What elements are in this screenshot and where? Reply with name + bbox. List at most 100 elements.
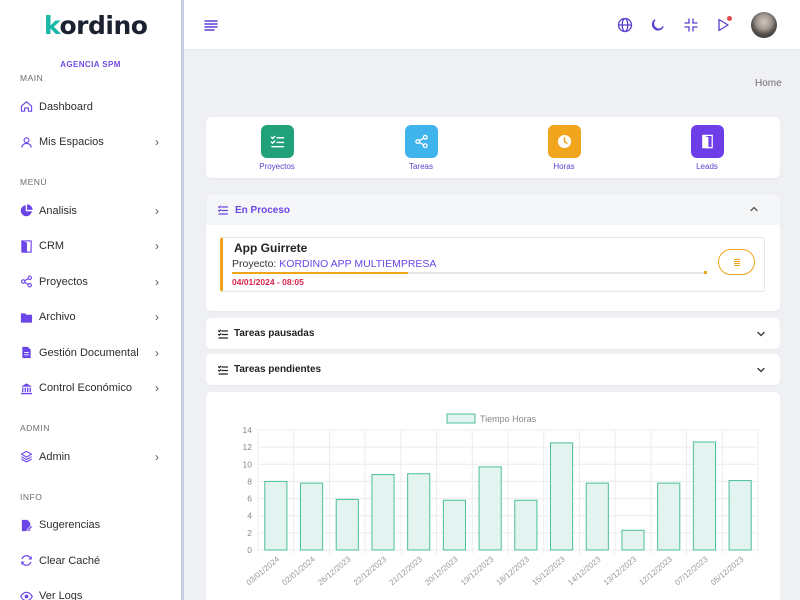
sidebar-section-title: MAIN — [20, 73, 44, 83]
quick-link-label: Proyectos — [259, 162, 295, 171]
hours-bar-chart: Tiempo Horas 0 2 4 6 8 10 12 14 03/01/2024 02/01/2… — [243, 413, 759, 587]
task-card[interactable]: App Guirrete Proyecto: KORDINO APP MULTI… — [220, 237, 765, 292]
in-progress-card: En Proceso App Guirrete Proyecto: KORDIN… — [206, 195, 780, 311]
chart-bar — [728, 480, 752, 551]
x-tick-label: 05/12/2023 — [709, 554, 746, 587]
sidebar-item-label: Sugerencias — [39, 519, 101, 532]
sidebar-item-proyectos[interactable]: Proyectos › — [0, 264, 181, 300]
user-avatar[interactable] — [751, 12, 777, 38]
sidebar-item-ver-logs[interactable]: Ver Logs — [0, 579, 181, 600]
sidebar-section-title: INFO — [20, 491, 43, 502]
agency-name: AGENCIA SPM — [60, 60, 121, 69]
sidebar-item-clear-cache[interactable]: Clear Caché — [0, 543, 181, 579]
task-datetime: 04/01/2024 - 08:05 — [232, 277, 304, 287]
edit-document-icon — [21, 519, 33, 532]
user-icon — [21, 136, 32, 148]
checklist-icon — [270, 135, 284, 148]
sidebar-item-gestion-documental[interactable]: Gestión Documental › — [0, 335, 181, 371]
quick-link-proyectos[interactable]: Proyectos — [247, 125, 307, 171]
breadcrumb-home[interactable]: Home — [755, 78, 782, 89]
chart-bar — [585, 482, 609, 551]
sidebar-item-dashboard[interactable]: Dashboard — [0, 89, 181, 125]
y-tick-label: 8 — [247, 476, 252, 486]
chevron-right-icon: › — [155, 310, 159, 325]
sidebar-item-sugerencias[interactable]: Sugerencias — [0, 508, 181, 544]
legend-swatch — [446, 413, 476, 424]
y-tick-label: 10 — [243, 459, 253, 469]
fullscreen-exit-icon[interactable] — [683, 17, 699, 33]
menu-toggle-icon[interactable] — [204, 18, 218, 32]
x-tick-label: 13/12/2023 — [602, 554, 639, 587]
sidebar-item-label: Dashboard — [39, 100, 93, 113]
sidebar-item-admin[interactable]: Admin › — [0, 439, 181, 475]
x-tick-label: 19/12/2023 — [459, 554, 496, 587]
document-icon — [22, 347, 31, 359]
chevron-right-icon: › — [155, 135, 159, 150]
sidebar-item-control-economico[interactable]: Control Económico › — [0, 371, 181, 407]
sidebar-section-title: MENÚ — [20, 177, 48, 187]
in-progress-title: En Proceso — [235, 204, 291, 216]
quick-link-label: Leads — [696, 162, 718, 171]
x-tick-label: 02/01/2024 — [280, 554, 317, 587]
list-check-icon — [218, 365, 228, 375]
paused-tasks-title: Tareas pausadas — [234, 328, 315, 339]
clock-icon — [557, 134, 571, 149]
sidebar-item-label: Mis Espacios — [39, 136, 104, 149]
quick-link-box — [547, 125, 581, 158]
notification-dot — [727, 16, 732, 21]
quick-link-tareas[interactable]: Tareas — [391, 125, 451, 171]
chevron-right-icon: › — [155, 239, 159, 254]
chart-bar — [371, 474, 395, 551]
sidebar-item-crm[interactable]: CRM › — [0, 229, 181, 265]
pending-tasks-panel[interactable]: Tareas pendientes — [206, 354, 780, 385]
sidebar-item-analisis[interactable]: Analisis › — [0, 193, 181, 229]
chart-bar — [514, 499, 538, 551]
pie-chart-icon — [20, 204, 33, 217]
chart-bar — [657, 482, 681, 551]
folder-icon — [20, 313, 33, 323]
task-progress-end — [704, 271, 707, 274]
chart-bar — [478, 466, 502, 551]
paused-tasks-panel[interactable]: Tareas pausadas — [206, 318, 780, 349]
y-tick-label: 6 — [247, 494, 252, 504]
chart-bar — [407, 473, 431, 551]
quick-link-horas[interactable]: Horas — [534, 125, 594, 171]
task-project-name[interactable]: KORDINO APP MULTIEMPRESA — [279, 258, 436, 270]
chart-bar — [264, 480, 288, 551]
moon-icon[interactable] — [650, 17, 666, 33]
x-tick-label: 21/12/2023 — [388, 554, 425, 587]
chart-bar — [550, 442, 574, 551]
quick-link-leads[interactable]: Leads — [677, 125, 737, 171]
y-tick-label: 4 — [247, 511, 252, 521]
sidebar-item-label: Ver Logs — [39, 590, 83, 600]
layers-icon — [20, 451, 33, 463]
stop-task-button[interactable] — [718, 249, 755, 275]
door-icon — [21, 240, 32, 253]
x-tick-label: 20/12/2023 — [423, 554, 460, 587]
chart-bar — [692, 441, 717, 551]
y-tick-label: 2 — [247, 528, 252, 538]
y-tick-label: 14 — [243, 425, 253, 435]
chart-bar — [621, 529, 645, 551]
sidebar-item-mis-espacios[interactable]: Mis Espacios › — [0, 125, 181, 161]
x-tick-label: 26/12/2023 — [316, 554, 353, 587]
task-project-label: Proyecto: — [232, 258, 277, 270]
y-tick-label: 12 — [243, 442, 253, 452]
quick-links-card: Proyectos Tareas Horas Leads — [206, 117, 780, 178]
x-tick-label: 22/12/2023 — [352, 554, 389, 587]
pending-tasks-title: Tareas pendientes — [234, 364, 322, 375]
chevron-down-icon[interactable] — [756, 329, 766, 339]
list-check-icon — [218, 329, 228, 339]
globe-icon[interactable] — [617, 17, 633, 33]
chevron-right-icon: › — [155, 381, 159, 396]
kordino-logo[interactable]: kordino — [0, 0, 181, 50]
quick-link-label: Tareas — [408, 162, 433, 171]
stop-icon — [733, 259, 740, 266]
chevron-right-icon: › — [155, 274, 159, 289]
in-progress-header[interactable]: En Proceso — [206, 195, 780, 225]
chevron-down-icon[interactable] — [756, 365, 766, 375]
chevron-up-icon[interactable] — [749, 204, 759, 214]
x-tick-label: 14/12/2023 — [566, 554, 603, 587]
sidebar-item-archivo[interactable]: Archivo › — [0, 300, 181, 336]
quick-link-box — [260, 125, 294, 158]
